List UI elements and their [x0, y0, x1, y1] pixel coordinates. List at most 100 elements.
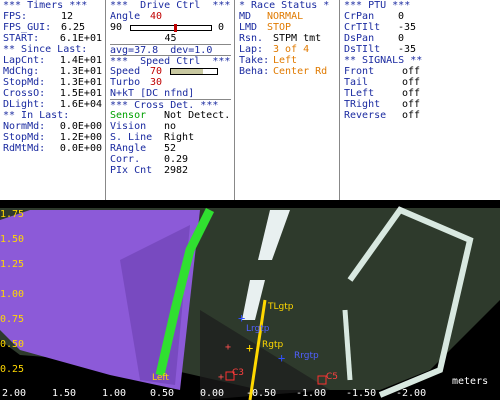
drive-title: *** Drive Ctrl ***: [110, 0, 231, 11]
sensor-value: Not Detect.: [164, 110, 231, 121]
signals-title: ** SIGNALS **: [344, 55, 423, 66]
y-tick-0: 1.75: [0, 209, 25, 220]
y-tick-6: 0.25: [0, 364, 25, 375]
tright-value: off: [402, 99, 421, 110]
take-value: Left: [273, 55, 298, 66]
vision-value: no: [164, 121, 177, 132]
stopmd-label: StopMd:: [3, 77, 46, 88]
tag-c3: C3: [232, 368, 245, 378]
crpan-label: CrPan: [344, 11, 375, 22]
x-tick-5: -0.50: [246, 388, 277, 399]
x-tick-2: 1.00: [102, 388, 127, 399]
rdmtmd-label: RdMtMd:: [3, 143, 46, 154]
tag-rrgtp: Rrgtp: [294, 351, 319, 361]
normmd-value: 0.0E+00: [59, 121, 102, 132]
dlight-value: 1.6E+04: [59, 99, 102, 110]
sline-label: S. Line: [110, 132, 153, 143]
crosso-label: CrossO:: [3, 88, 46, 99]
dspan-label: DsPan: [344, 33, 375, 44]
speed-value: 70: [150, 66, 163, 77]
y-tick-1: 1.50: [0, 234, 25, 245]
speed-bar: [170, 68, 218, 75]
fps-value: 12: [61, 11, 74, 22]
mdchg-value: 1.3E+01: [59, 66, 102, 77]
sline-value: Right: [164, 132, 195, 143]
sensor-label: Sensor: [110, 110, 147, 121]
take-label: Take:: [239, 55, 270, 66]
start-label: START:: [3, 33, 40, 44]
turbo-value: 30: [150, 77, 163, 88]
angle-scale-left: 90: [110, 22, 123, 33]
marker-rrgtp: +: [278, 351, 285, 365]
corr-label: Corr.: [110, 154, 141, 165]
pixcnt-label: PIx Cnt: [110, 165, 153, 176]
marker-red-1: +: [225, 342, 231, 353]
speed-bar-fill: [171, 69, 204, 74]
x-tick-4: 0.00: [200, 388, 225, 399]
tag-c5: C5: [326, 372, 339, 382]
tag-left: Left: [152, 373, 169, 383]
tleft-value: off: [402, 88, 421, 99]
y-tick-4: 0.75: [0, 314, 25, 325]
marker-red-2: +: [218, 372, 224, 383]
tag-tlgtp: TLgtp: [268, 302, 294, 312]
md-value: NORMAL: [267, 11, 304, 22]
stopmd2-value: 1.2E+00: [59, 132, 102, 143]
rdmtmd-value: 0.0E+00: [59, 143, 102, 154]
x-tick-3: 0.50: [150, 388, 175, 399]
dstilt-value: -35: [398, 44, 417, 55]
since-last-title: ** Since Last:: [3, 44, 88, 55]
ptu-title: *** PTU ***: [344, 0, 411, 11]
angle-slider[interactable]: [130, 23, 212, 32]
mdchg-label: MdChg:: [3, 66, 40, 77]
normmd-label: NormMd:: [3, 121, 46, 132]
race-panel: * Race Status * MD NORMAL LMD STOP Rsn. STP…: [236, 0, 340, 200]
y-tick-3: 1.00: [0, 289, 25, 300]
rangle-value: 52: [164, 143, 177, 154]
tleft-label: TLeft: [344, 88, 375, 99]
lapcnt-label: LapCnt:: [3, 55, 46, 66]
x-tick-1: 1.50: [52, 388, 77, 399]
front-value: off: [402, 66, 421, 77]
ptu-panel: *** PTU *** CrPan 0 CrTIlt -35 DsPan 0 DsTI…: [341, 0, 500, 200]
fps-label: FPS:: [3, 11, 28, 22]
timers-panel: *** Timers *** FPS: 12 FPS_GUI: 6.25 START…: [0, 0, 106, 200]
tright-label: TRight: [344, 99, 381, 110]
crtilt-value: -35: [398, 22, 417, 33]
reverse-label: Reverse: [344, 110, 387, 121]
lap-label: Lap:: [239, 44, 264, 55]
timers-title: *** Timers ***: [3, 0, 88, 11]
speed-label: Speed: [110, 66, 141, 77]
marker-lrgtp: +: [238, 311, 245, 325]
tag-rgtp: Rgtp: [262, 340, 284, 350]
angle-slider-thumb[interactable]: [173, 23, 177, 32]
angle-scale-right: 0: [218, 22, 225, 33]
speed-title: *** Speed Ctrl ***: [110, 55, 231, 67]
beha-label: Beha:: [239, 66, 270, 77]
stopmd-value: 1.3E+01: [59, 77, 102, 88]
lap-value: 3 of 4: [273, 44, 310, 55]
fpsgui-label: FPS_GUI:: [3, 22, 52, 33]
md-label: MD: [239, 11, 252, 22]
y-tick-5: 0.50: [0, 339, 25, 350]
angle-value: 40: [150, 11, 163, 22]
stopmd2-label: StopMd:: [3, 132, 46, 143]
drive-panel: *** Drive Ctrl *** Angle40 90 0 45 avg=3…: [107, 0, 235, 200]
rsn-value: STPM tmt: [273, 33, 322, 44]
marker-rgtp: +: [246, 341, 253, 355]
tail-label: Tail: [344, 77, 369, 88]
fpsgui-value: 6.25: [61, 22, 86, 33]
front-label: Front: [344, 66, 375, 77]
camera-view: + + + + + Left C3 C5 TLgtp Lrgtp Rgtp Rr…: [0, 200, 500, 400]
tag-lrgtp: Lrgtp: [246, 324, 270, 334]
in-last-title: ** In Last:: [3, 110, 70, 121]
y-tick-2: 1.25: [0, 259, 25, 270]
reverse-value: off: [402, 110, 421, 121]
tail-value: off: [402, 77, 421, 88]
lmd-label: LMD: [239, 22, 258, 33]
crosso-value: 1.5E+01: [59, 88, 102, 99]
rangle-label: RAngle: [110, 143, 147, 154]
status-panel: *** Timers *** FPS: 12 FPS_GUI: 6.25 START…: [0, 0, 500, 200]
lmd-value: STOP: [267, 22, 292, 33]
angle-label: Angle: [110, 11, 141, 22]
